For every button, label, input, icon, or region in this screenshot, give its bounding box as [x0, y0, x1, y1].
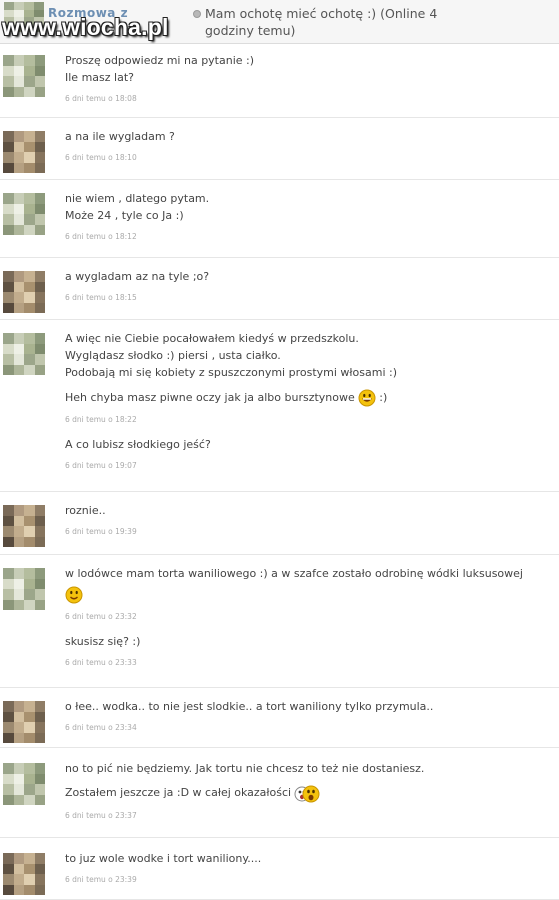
pixelated-avatar-image — [3, 333, 45, 375]
message-row: o łee.. wodka.. to nie jest slodkie.. a … — [0, 688, 559, 748]
message-content: nie wiem , dlatego pytam. Może 24 , tyle … — [65, 190, 553, 243]
emoji-line — [65, 586, 553, 604]
sender-avatar[interactable] — [3, 568, 45, 610]
sender-avatar[interactable] — [3, 193, 45, 235]
message-suffix-text: :) — [375, 391, 388, 404]
sender-avatar[interactable] — [3, 271, 45, 313]
pixelated-avatar-image — [3, 568, 45, 610]
message-content: o łee.. wodka.. to nie jest slodkie.. a … — [65, 698, 553, 734]
message-content: w lodówce mam torta waniliowego :) a w s… — [65, 565, 553, 669]
message-block: w lodówce mam torta waniliowego :) a w s… — [65, 565, 553, 623]
message-timestamp: 6 dni temu o 23:33 — [65, 658, 137, 667]
message-content: a na ile wygladam ? 6 dni temu o 18:10 — [65, 128, 553, 164]
message-timestamp: 6 dni temu o 18:22 — [65, 415, 137, 424]
message-text: nie wiem , dlatego pytam. — [65, 192, 210, 205]
message-text: a na ile wygladam ? — [65, 130, 175, 143]
message-text: no to pić nie będziemy. Jak tortu nie ch… — [65, 762, 425, 775]
message-text: A więc nie Ciebie pocałowałem kiedyś w p… — [65, 332, 359, 345]
message-block: a wygladam az na tyle ;o? 6 dni temu o 18… — [65, 268, 553, 304]
online-status-icon — [193, 10, 201, 18]
message-block: A co lubisz słodkiego jeść? 6 dni temu o … — [65, 436, 553, 472]
message-row: nie wiem , dlatego pytam. Może 24 , tyle … — [0, 180, 559, 258]
message-row: a wygladam az na tyle ;o? 6 dni temu o 18… — [0, 258, 559, 320]
message-row: A więc nie Ciebie pocałowałem kiedyś w p… — [0, 320, 559, 492]
message-block: nie wiem , dlatego pytam. Może 24 , tyle … — [65, 190, 553, 243]
message-timestamp: 6 dni temu o 19:07 — [65, 461, 137, 470]
message-block: a na ile wygladam ? 6 dni temu o 18:10 — [65, 128, 553, 164]
sender-avatar[interactable] — [3, 131, 45, 173]
laughing-emoji-icon — [358, 389, 376, 407]
pixelated-avatar-image — [3, 271, 45, 313]
message-text: Proszę odpowiedz mi na pytanie :) — [65, 54, 255, 67]
message-text: Wyglądasz słodko :) piersi , usta ciałko… — [65, 349, 281, 362]
message-timestamp: 6 dni temu o 23:39 — [65, 875, 137, 884]
message-block: A więc nie Ciebie pocałowałem kiedyś w p… — [65, 330, 553, 381]
message-row: w lodówce mam torta waniliowego :) a w s… — [0, 555, 559, 688]
message-row: a na ile wygladam ? 6 dni temu o 18:10 — [0, 118, 559, 180]
message-text: a wygladam az na tyle ;o? — [65, 270, 210, 283]
message-text: roznie.. — [65, 504, 106, 517]
message-content: Proszę odpowiedz mi na pytanie :) Ile mas… — [65, 52, 553, 105]
message-timestamp: 6 dni temu o 18:15 — [65, 293, 137, 302]
pixelated-avatar-image — [3, 193, 45, 235]
sender-avatar[interactable] — [3, 55, 45, 97]
message-row: Proszę odpowiedz mi na pytanie :) Ile mas… — [0, 44, 559, 118]
message-row: no to pić nie będziemy. Jak tortu nie ch… — [0, 748, 559, 838]
message-timestamp: 6 dni temu o 18:10 — [65, 153, 137, 162]
message-timestamp: 6 dni temu o 23:37 — [65, 811, 137, 820]
message-text: Podobają mi się kobiety z spuszczonymi p… — [65, 366, 398, 379]
smiley-emoji-icon — [65, 586, 83, 604]
message-block: to juz wole wodke i tort waniliony.... 6 … — [65, 850, 553, 886]
message-content: a wygladam az na tyle ;o? 6 dni temu o 18… — [65, 268, 553, 304]
message-timestamp: 6 dni temu o 18:12 — [65, 232, 137, 241]
message-block: Heh chyba masz piwne oczy jak ja albo bu… — [65, 389, 553, 426]
message-text: o łee.. wodka.. to nie jest slodkie.. a … — [65, 700, 434, 713]
message-content: to juz wole wodke i tort waniliony.... 6 … — [65, 850, 553, 886]
message-timestamp: 6 dni temu o 23:34 — [65, 723, 137, 732]
message-text: Zostałem jeszcze ja :D w całej okazałośc… — [65, 783, 553, 803]
message-content: roznie.. 6 dni temu o 19:39 — [65, 502, 553, 538]
message-content: A więc nie Ciebie pocałowałem kiedyś w p… — [65, 330, 553, 472]
message-block: skusisz się? :) 6 dni temu o 23:33 — [65, 633, 553, 669]
pixelated-avatar-image — [3, 505, 45, 547]
message-text: skusisz się? :) — [65, 635, 141, 648]
sender-avatar[interactable] — [3, 505, 45, 547]
message-timestamp: 6 dni temu o 19:39 — [65, 527, 137, 536]
message-text: Może 24 , tyle co Ja :) — [65, 209, 184, 222]
sender-avatar[interactable] — [3, 701, 45, 743]
message-row: roznie.. 6 dni temu o 19:39 — [0, 492, 559, 555]
message-row: to juz wole wodke i tort waniliony.... 6 … — [0, 838, 559, 900]
sender-avatar[interactable] — [3, 333, 45, 375]
message-text: Ile masz lat? — [65, 71, 134, 84]
message-text: A co lubisz słodkiego jeść? — [65, 438, 211, 451]
sender-avatar[interactable] — [3, 763, 45, 805]
message-text: w lodówce mam torta waniliowego :) a w s… — [65, 567, 523, 580]
message-block: Proszę odpowiedz mi na pytanie :) Ile mas… — [65, 52, 553, 105]
sender-avatar[interactable] — [3, 853, 45, 895]
message-timestamp: 6 dni temu o 23:32 — [65, 612, 137, 621]
message-block: roznie.. 6 dni temu o 19:39 — [65, 502, 553, 538]
user-status-text: Mam ochotę mieć ochotę :) (Online 4 godz… — [205, 6, 438, 38]
pixelated-avatar-image — [3, 763, 45, 805]
message-block: no to pić nie będziemy. Jak tortu nie ch… — [65, 760, 553, 777]
message-text: Heh chyba masz piwne oczy jak ja albo bu… — [65, 389, 553, 407]
message-block: o łee.. wodka.. to nie jest slodkie.. a … — [65, 698, 553, 734]
message-content: no to pić nie będziemy. Jak tortu nie ch… — [65, 760, 553, 822]
watermark-logo: www.wiocha.pl — [2, 14, 169, 40]
pixelated-avatar-image — [3, 701, 45, 743]
message-timestamp: 6 dni temu o 18:08 — [65, 94, 137, 103]
message-block: Zostałem jeszcze ja :D w całej okazałośc… — [65, 783, 553, 822]
pixelated-avatar-image — [3, 55, 45, 97]
message-text: to juz wole wodke i tort waniliony.... — [65, 852, 262, 865]
pixelated-avatar-image — [3, 853, 45, 895]
surprised-emoji-icon — [294, 785, 320, 803]
pixelated-avatar-image — [3, 131, 45, 173]
